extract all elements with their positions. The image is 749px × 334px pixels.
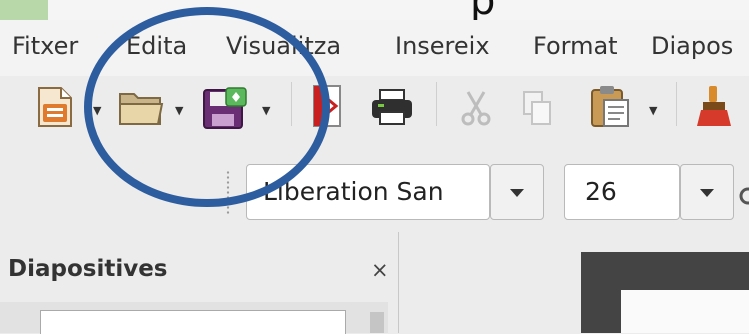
slides-pane: Diapositives ×	[0, 232, 415, 334]
save-dropdown-icon[interactable]: ▼	[262, 104, 270, 117]
font-size-dropdown-button[interactable]	[680, 164, 734, 220]
menu-view[interactable]: Visualitza	[226, 32, 341, 60]
slide-editing-area[interactable]	[415, 232, 749, 333]
menu-file[interactable]: Fitxer	[12, 32, 78, 60]
menu-format[interactable]: Format	[533, 32, 618, 60]
export-pdf-icon[interactable]	[310, 84, 344, 132]
paste-icon[interactable]	[588, 84, 632, 132]
window-title: p	[470, 0, 495, 20]
new-document-icon[interactable]	[35, 86, 75, 132]
font-name-combo[interactable]: Liberation San	[246, 164, 490, 220]
toolbar-separator	[676, 82, 677, 126]
chevron-down-icon	[700, 189, 714, 197]
slide-page[interactable]	[621, 290, 749, 333]
toolbar-separator	[436, 82, 437, 126]
menu-bar: Fitxer Edita Visualitza Insereix Format …	[0, 20, 749, 76]
font-size-value[interactable]: 26	[585, 177, 617, 206]
font-name-value[interactable]: Liberation San	[263, 177, 444, 206]
new-dropdown-icon[interactable]: ▼	[93, 104, 101, 117]
slide-list-scrollbar[interactable]	[370, 312, 384, 333]
formatting-toolbar: Liberation San 26	[0, 158, 749, 232]
copy-icon[interactable]	[522, 90, 552, 130]
slides-pane-title: Diapositives	[8, 256, 168, 282]
toolbar-separator	[291, 82, 292, 126]
font-size-combo[interactable]: 26	[564, 164, 680, 220]
font-name-dropdown-button[interactable]	[490, 164, 544, 220]
paste-dropdown-icon[interactable]: ▼	[649, 104, 657, 117]
menu-insert[interactable]: Insereix	[395, 32, 490, 60]
open-folder-icon[interactable]	[118, 90, 164, 130]
title-bar: p	[0, 0, 749, 20]
open-dropdown-icon[interactable]: ▼	[175, 104, 183, 117]
menu-edit[interactable]: Edita	[126, 32, 187, 60]
slides-pane-box: Diapositives ×	[0, 232, 399, 334]
standard-toolbar: ▼ ▼ ▼ ▼	[0, 76, 749, 158]
print-icon[interactable]	[370, 88, 414, 130]
title-accent	[0, 0, 48, 20]
chevron-down-icon	[510, 189, 524, 197]
clone-formatting-icon[interactable]	[695, 84, 735, 132]
menu-slides[interactable]: Diapos	[651, 32, 733, 60]
save-icon[interactable]	[202, 86, 248, 134]
increase-font-icon[interactable]	[738, 180, 749, 214]
close-icon[interactable]: ×	[371, 258, 389, 282]
cut-icon[interactable]	[458, 90, 494, 130]
slide-thumbnail[interactable]	[40, 310, 346, 334]
toolbar-grip-handle[interactable]	[225, 170, 231, 216]
